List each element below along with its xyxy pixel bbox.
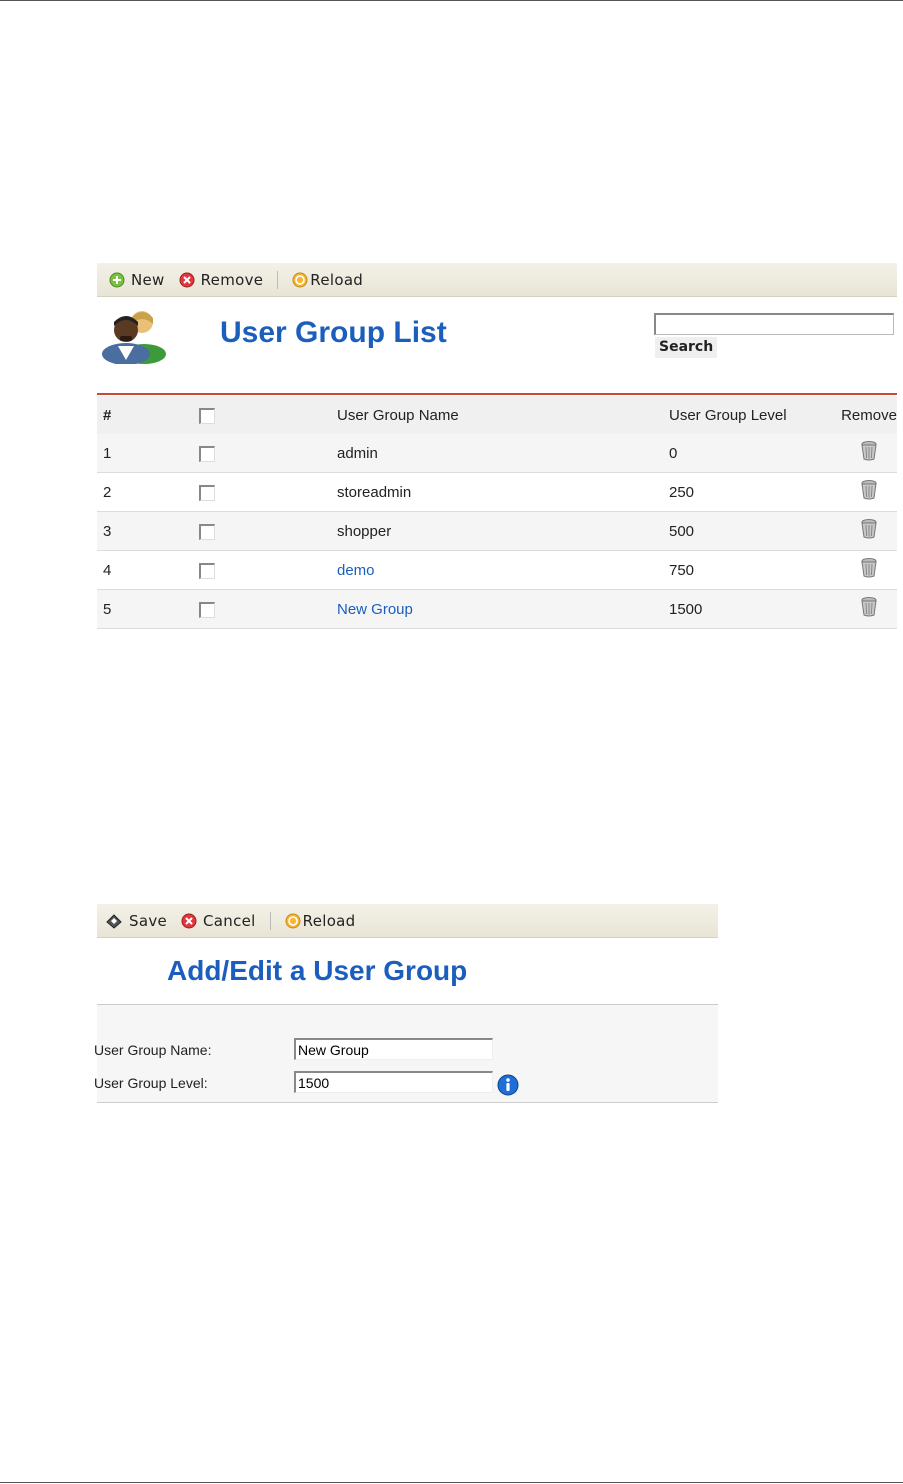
row-group-name: admin <box>337 444 378 462</box>
cancel-button-label: Cancel <box>203 911 256 930</box>
row-group-level: 750 <box>669 561 695 579</box>
user-group-level-label: User Group Level: <box>94 1075 208 1091</box>
table-row: 4 demo 750 <box>97 550 897 590</box>
row-cell-remove <box>841 512 897 551</box>
column-header-name[interactable]: User Group Name <box>337 396 669 434</box>
row-checkbox[interactable] <box>199 601 215 618</box>
user-group-table: # User Group Name User Group Level Remov… <box>97 396 897 629</box>
row-checkbox[interactable] <box>199 562 215 579</box>
table-row: 3 shopper 500 <box>97 511 897 551</box>
form-reload-button[interactable]: Reload <box>285 912 356 930</box>
row-checkbox[interactable] <box>199 445 215 462</box>
remove-button[interactable]: Remove <box>179 271 264 289</box>
row-cell-select <box>199 473 337 512</box>
form-title: Add/Edit a User Group <box>167 955 468 986</box>
reload-icon <box>285 913 301 929</box>
column-header-level[interactable]: User Group Level <box>669 396 841 434</box>
row-cell-select <box>199 512 337 551</box>
row-group-name[interactable]: New Group <box>337 590 669 629</box>
toolbar-divider <box>269 911 271 930</box>
save-button-label: Save <box>129 911 168 930</box>
row-group-name: storeadmin <box>337 483 412 501</box>
save-icon <box>105 913 123 929</box>
table-row: 1 admin 0 <box>97 434 897 473</box>
remove-button-label: Remove <box>200 270 264 289</box>
x-circle-icon <box>181 913 197 929</box>
row-cell-select <box>199 434 337 473</box>
column-header-remove: Remove <box>841 406 897 424</box>
row-cell-remove <box>841 473 897 512</box>
form-reload-button-label: Reload <box>302 911 356 930</box>
column-header-select <box>199 396 337 434</box>
new-button-label: New <box>131 270 165 289</box>
x-circle-icon <box>179 272 195 288</box>
page-title: User Group List <box>220 316 447 349</box>
header-divider <box>97 393 897 395</box>
toolbar-divider <box>277 270 279 289</box>
row-checkbox[interactable] <box>199 484 215 501</box>
row-group-level: 1500 <box>669 600 703 618</box>
row-number: 3 <box>103 522 112 540</box>
users-icon <box>100 304 168 368</box>
row-cell-remove <box>841 590 897 629</box>
user-group-level-field[interactable] <box>294 1071 493 1093</box>
row-number: 5 <box>103 600 112 618</box>
table-header-row: # User Group Name User Group Level Remov… <box>97 396 897 434</box>
row-cell-remove <box>841 551 897 590</box>
page-top-rule <box>0 0 903 1</box>
search-input[interactable] <box>654 313 894 335</box>
row-group-level: 500 <box>669 522 695 540</box>
trash-icon[interactable] <box>858 479 880 505</box>
row-number: 2 <box>103 483 112 501</box>
info-icon[interactable] <box>497 1074 519 1100</box>
user-group-name-label: User Group Name: <box>94 1042 212 1058</box>
plus-circle-icon <box>109 272 125 288</box>
page-bottom-rule <box>0 1482 903 1483</box>
trash-icon[interactable] <box>858 440 880 466</box>
list-toolbar: New Remove Reload <box>97 263 897 297</box>
table-row: 5 New Group 1500 <box>97 589 897 629</box>
row-cell-select <box>199 590 337 629</box>
form-toolbar: Save Cancel Reload <box>97 904 718 938</box>
row-group-level: 0 <box>669 444 678 462</box>
trash-icon[interactable] <box>858 596 880 622</box>
trash-icon[interactable] <box>858 518 880 544</box>
select-all-checkbox[interactable] <box>199 407 215 424</box>
row-group-name: shopper <box>337 522 392 540</box>
row-group-name[interactable]: demo <box>337 551 669 590</box>
row-checkbox[interactable] <box>199 523 215 540</box>
reload-button-label: Reload <box>310 270 364 289</box>
row-group-level: 250 <box>669 483 695 501</box>
trash-icon[interactable] <box>858 557 880 583</box>
reload-icon <box>292 272 308 288</box>
table-row: 2 storeadmin 250 <box>97 472 897 512</box>
column-header-number: # <box>103 406 112 424</box>
save-button[interactable]: Save <box>105 912 167 930</box>
search-button[interactable]: Search <box>655 337 718 358</box>
row-cell-select <box>199 551 337 590</box>
cancel-button[interactable]: Cancel <box>181 912 256 930</box>
row-cell-remove <box>841 434 897 473</box>
new-button[interactable]: New <box>109 271 165 289</box>
row-number: 1 <box>103 444 112 462</box>
row-number: 4 <box>103 561 112 579</box>
user-group-name-field[interactable] <box>294 1038 493 1060</box>
reload-button[interactable]: Reload <box>292 271 363 289</box>
